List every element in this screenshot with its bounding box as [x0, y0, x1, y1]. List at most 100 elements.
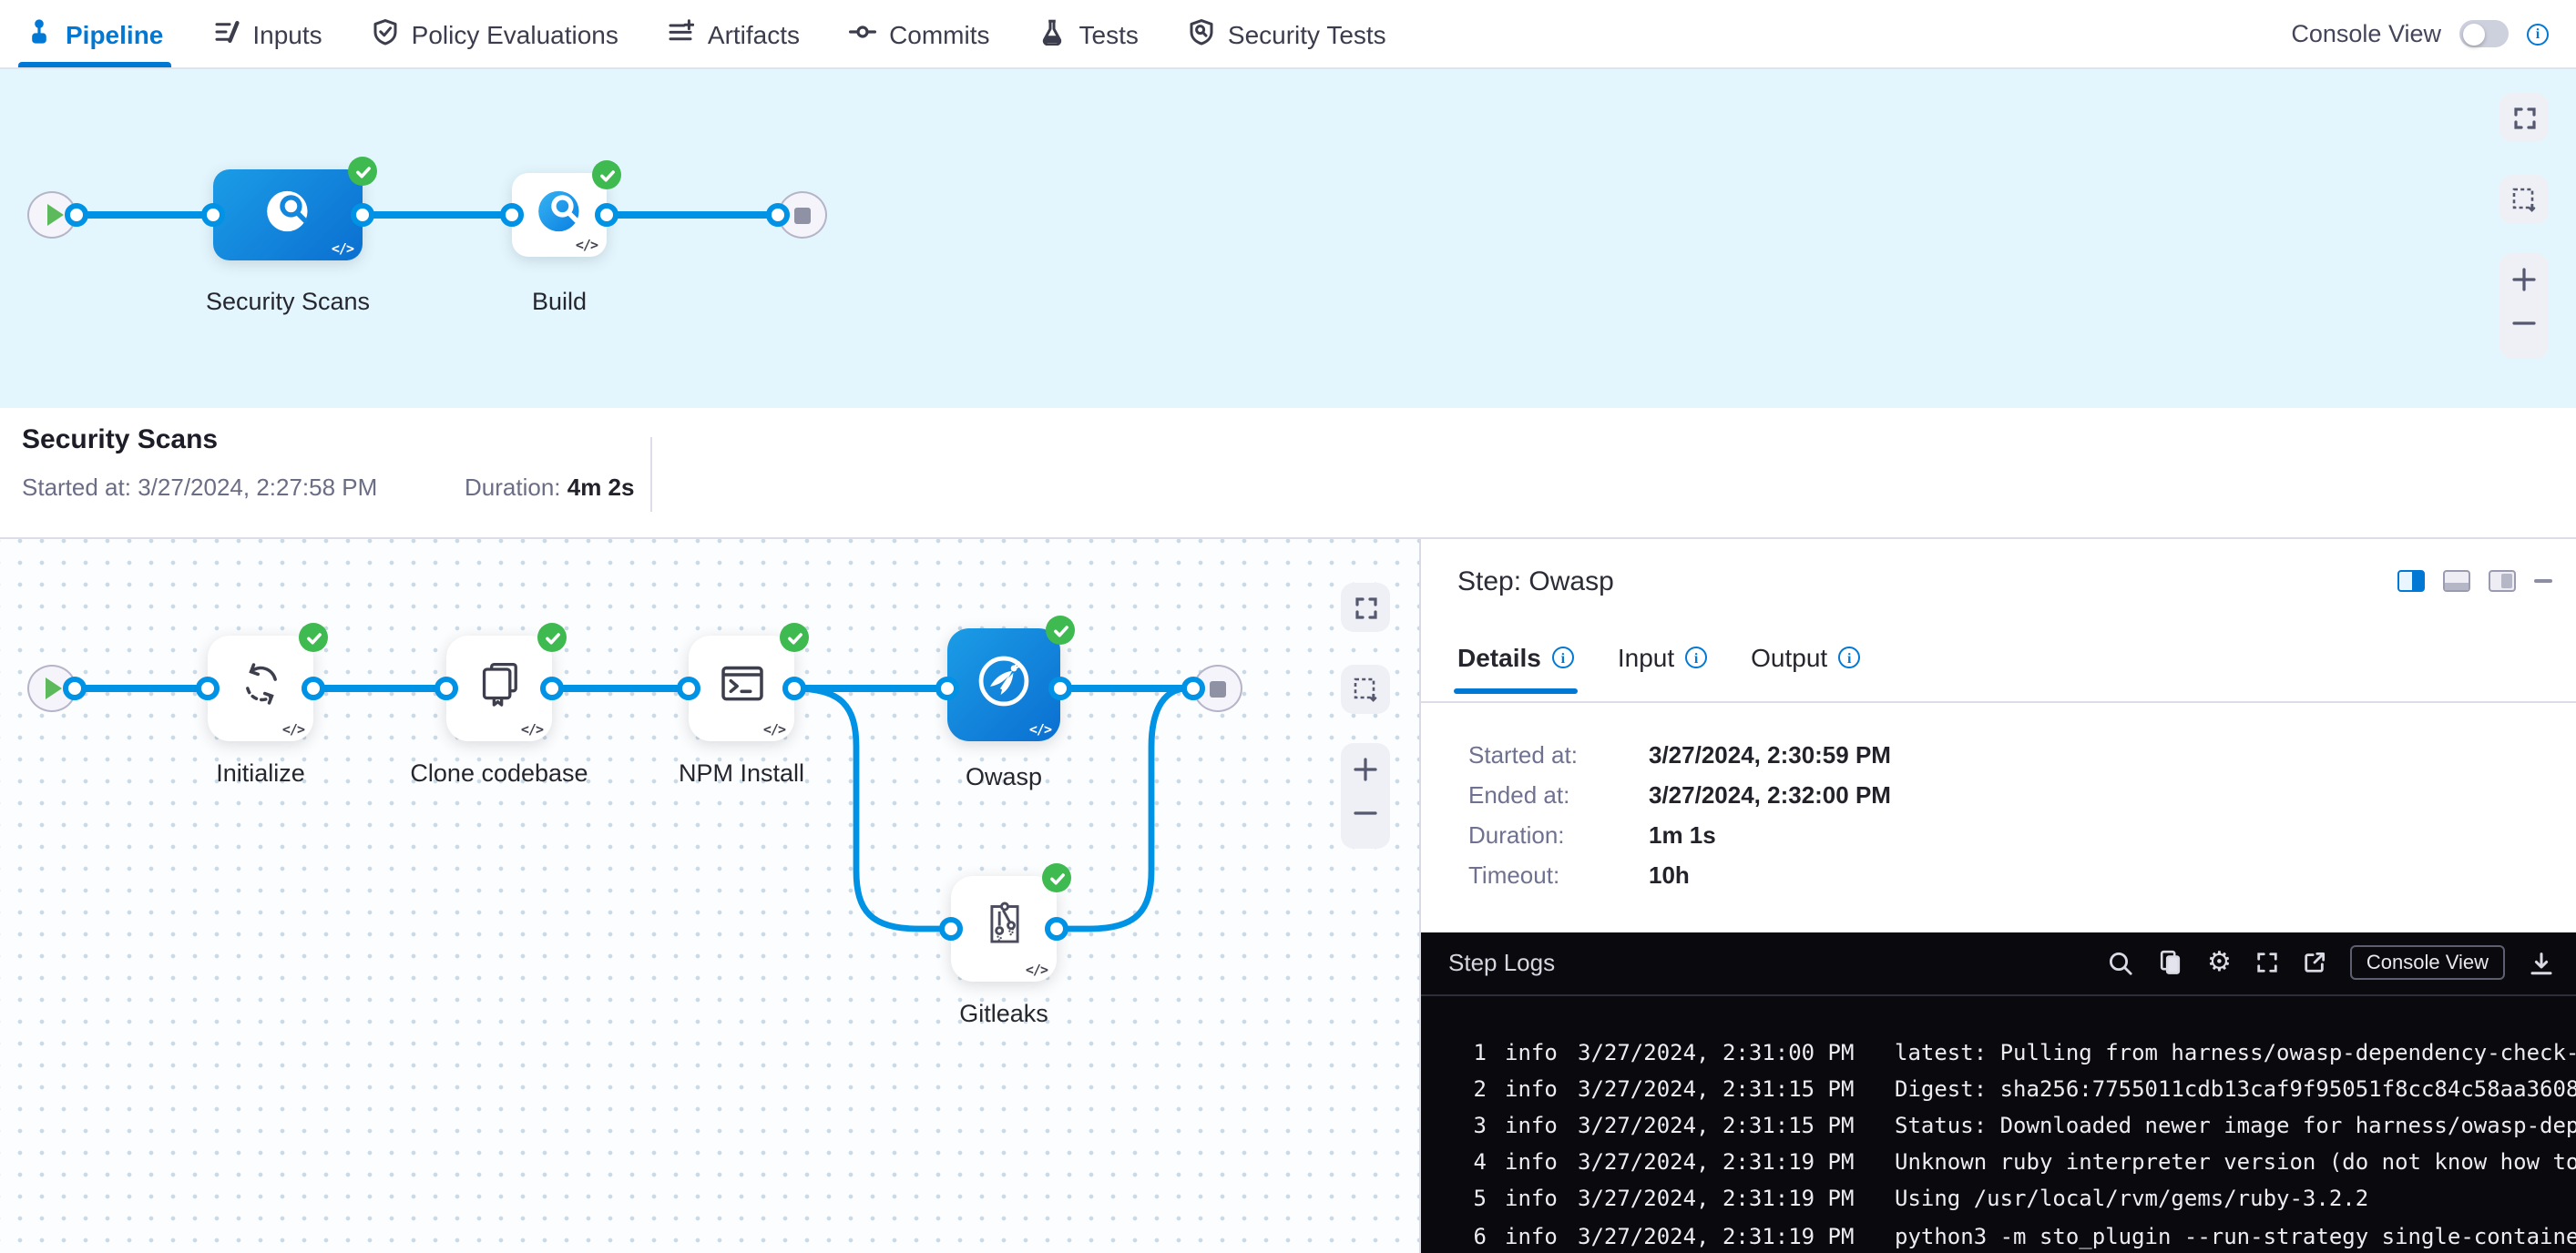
- log-row: 4info3/27/2024, 2:31:19 PMUnknown ruby i…: [1461, 1144, 2576, 1180]
- fullscreen-button[interactable]: [1341, 583, 1390, 632]
- fullscreen-button[interactable]: [2499, 93, 2549, 142]
- check-icon: [299, 623, 328, 652]
- step-node-npm-install[interactable]: [689, 636, 794, 741]
- marquee-select-button[interactable]: [1341, 665, 1390, 714]
- tab-inputs[interactable]: Inputs: [212, 0, 322, 67]
- stage-graph-canvas[interactable]: Security Scans Build: [0, 69, 2576, 408]
- log-lines[interactable]: 1info3/27/2024, 2:31:00 PMlatest: Pullin…: [1421, 995, 2576, 1253]
- stage-info-title: Security Scans: [22, 424, 218, 455]
- stage-label-security-scans[interactable]: Security Scans: [206, 288, 370, 315]
- log-level: info: [1505, 1039, 1556, 1065]
- tab-commits[interactable]: Commits: [849, 0, 989, 67]
- detail-label: Duration:: [1468, 821, 1649, 849]
- port: [935, 677, 959, 700]
- port: [65, 203, 88, 227]
- stage-node-build[interactable]: [512, 173, 607, 257]
- log-line-number: 4: [1461, 1149, 1487, 1175]
- log-line-number: 2: [1461, 1076, 1487, 1102]
- step-label-npm-install[interactable]: NPM Install: [679, 759, 804, 787]
- zoom-in-icon[interactable]: [1352, 756, 1379, 792]
- minimize-icon[interactable]: [2534, 579, 2552, 584]
- tab-tests[interactable]: Tests: [1039, 0, 1139, 67]
- tab-security-tests[interactable]: Security Tests: [1188, 0, 1386, 67]
- check-icon: [592, 160, 621, 189]
- detail-value: 3/27/2024, 2:32:00 PM: [1649, 781, 1891, 809]
- play-icon: [46, 204, 63, 226]
- gitleaks-icon: [977, 898, 1030, 960]
- info-icon[interactable]: [1685, 647, 1707, 668]
- stage-info-band: Security Scans Started at: 3/27/2024, 2:…: [0, 408, 2576, 539]
- step-node-owasp[interactable]: [947, 628, 1060, 741]
- detail-row-timeout: Timeout: 10h: [1468, 861, 1690, 889]
- step-label-clone-codebase[interactable]: Clone codebase: [410, 759, 588, 787]
- console-view-button[interactable]: Console View: [2350, 945, 2505, 980]
- port: [1045, 917, 1068, 941]
- tab-label: Security Tests: [1228, 19, 1386, 48]
- step-logs-header: Step Logs ⚙ Console View: [1421, 932, 2576, 995]
- tab-details[interactable]: Details: [1457, 643, 1574, 694]
- port: [766, 203, 790, 227]
- log-level: info: [1505, 1076, 1556, 1102]
- log-row: 2info3/27/2024, 2:31:15 PMDigest: sha256…: [1461, 1070, 2576, 1106]
- tab-policy-evaluations[interactable]: Policy Evaluations: [372, 0, 618, 67]
- layout-bottom-icon[interactable]: [2443, 570, 2470, 592]
- step-label-owasp[interactable]: Owasp: [966, 763, 1042, 790]
- terminal-icon: [717, 659, 766, 718]
- zoom-in-icon[interactable]: [2510, 266, 2538, 302]
- port: [540, 677, 564, 700]
- console-view-toggle[interactable]: [2459, 20, 2509, 47]
- edge: [1060, 686, 1193, 692]
- stage-label-build[interactable]: Build: [532, 288, 587, 315]
- info-icon[interactable]: [2527, 23, 2549, 45]
- tab-label: Commits: [889, 19, 989, 48]
- check-icon: [1042, 863, 1071, 892]
- info-icon[interactable]: [1552, 647, 1574, 668]
- download-icon[interactable]: [2529, 950, 2554, 975]
- log-line-number: 6: [1461, 1223, 1487, 1248]
- stage-duration: Duration: 4m 2s: [465, 474, 635, 501]
- console-view-label: Console View: [2291, 20, 2441, 47]
- tab-input[interactable]: Input: [1618, 643, 1707, 694]
- step-node-initialize[interactable]: [208, 636, 313, 741]
- info-icon[interactable]: [1838, 647, 1860, 668]
- detail-row-ended: Ended at: 3/27/2024, 2:32:00 PM: [1468, 781, 1891, 809]
- stage-started-at: Started at: 3/27/2024, 2:27:58 PM: [22, 474, 377, 501]
- step-node-gitleaks[interactable]: [951, 876, 1057, 982]
- log-level: info: [1505, 1113, 1556, 1138]
- duration-value: 4m 2s: [567, 474, 635, 501]
- log-line-number: 3: [1461, 1113, 1487, 1138]
- detail-row-started: Started at: 3/27/2024, 2:30:59 PM: [1468, 741, 1891, 769]
- search-icon[interactable]: [2109, 950, 2134, 975]
- log-timestamp: 3/27/2024, 2:31:15 PM: [1578, 1113, 1847, 1138]
- log-row: 6info3/27/2024, 2:31:19 PMpython3 -m sto…: [1461, 1217, 2576, 1253]
- zoom-out-icon[interactable]: [2510, 310, 2538, 346]
- tab-label: Tests: [1079, 19, 1139, 48]
- step-label-gitleaks[interactable]: Gitleaks: [959, 1000, 1048, 1027]
- step-label-initialize[interactable]: Initialize: [216, 759, 305, 787]
- log-row: 5info3/27/2024, 2:31:19 PMUsing /usr/loc…: [1461, 1181, 2576, 1217]
- console-view-control: Console View: [2291, 20, 2576, 47]
- security-tests-icon: [1188, 17, 1215, 50]
- tab-output[interactable]: Output: [1751, 643, 1860, 694]
- tab-label: Policy Evaluations: [412, 19, 618, 48]
- panel-title: Step: Owasp: [1457, 566, 1614, 597]
- fullscreen-icon[interactable]: [2255, 951, 2279, 974]
- detail-row-duration: Duration: 1m 1s: [1468, 821, 1716, 849]
- layout-float-icon[interactable]: [2489, 570, 2516, 592]
- gear-icon[interactable]: ⚙: [2207, 949, 2232, 976]
- step-graph-canvas[interactable]: Initialize Clone codebase NPM Install Ow…: [0, 539, 1419, 1253]
- pipeline-icon: [26, 17, 53, 50]
- log-level: info: [1505, 1187, 1556, 1212]
- stage-node-security-scans[interactable]: [213, 169, 363, 260]
- marquee-select-button[interactable]: [2499, 175, 2549, 224]
- tab-pipeline[interactable]: Pipeline: [26, 0, 163, 67]
- step-node-clone-codebase[interactable]: [446, 636, 552, 741]
- zoom-out-icon[interactable]: [1352, 800, 1379, 836]
- check-icon: [348, 157, 377, 186]
- edge: [75, 686, 208, 692]
- open-in-new-icon[interactable]: [2303, 951, 2326, 974]
- tab-artifacts[interactable]: Artifacts: [668, 0, 800, 67]
- tab-label: Pipeline: [66, 19, 163, 48]
- layout-right-icon[interactable]: [2397, 570, 2425, 592]
- copy-icon[interactable]: [2158, 949, 2183, 976]
